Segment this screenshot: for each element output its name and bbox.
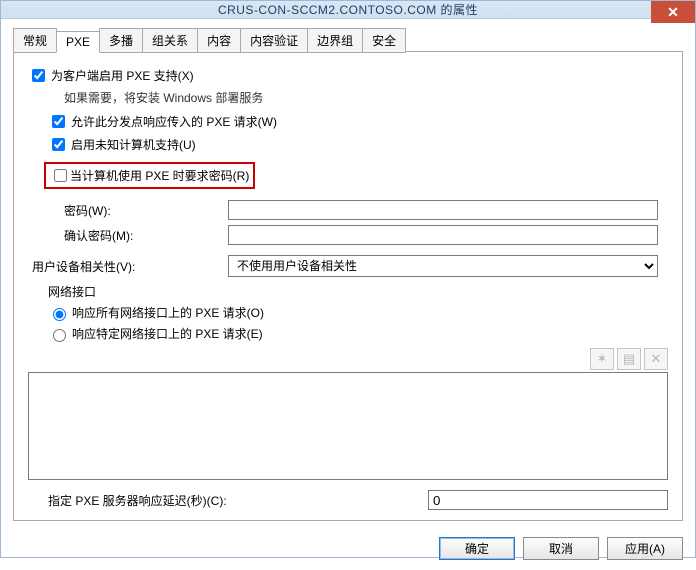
tab-general[interactable]: 常规 — [13, 28, 57, 53]
tab-content[interactable]: 内容 — [197, 28, 241, 53]
row-password: 密码(W): — [28, 200, 668, 220]
label-respond-all: 响应所有网络接口上的 PXE 请求(O) — [72, 304, 264, 321]
close-icon: ✕ — [667, 4, 679, 21]
ok-button[interactable]: 确定 — [439, 537, 515, 560]
row-delay: 指定 PXE 服务器响应延迟(秒)(C): — [28, 490, 668, 510]
nic-listbox[interactable] — [28, 372, 668, 480]
row-confirm-password: 确认密码(M): — [28, 225, 668, 245]
label-network-group: 网络接口 — [48, 283, 668, 300]
checkbox-enable-pxe-support[interactable] — [32, 69, 45, 82]
close-button[interactable]: ✕ — [651, 1, 695, 23]
label-delay: 指定 PXE 服务器响应延迟(秒)(C): — [28, 492, 428, 509]
label-respond-specific: 响应特定网络接口上的 PXE 请求(E) — [72, 325, 263, 342]
hint-install-wds: 如果需要，将安装 Windows 部署服务 — [64, 89, 668, 106]
grid-icon: ▤ — [623, 351, 635, 367]
input-password[interactable] — [228, 200, 658, 220]
delete-icon: ✕ — [651, 351, 662, 367]
label-enable-pxe-support: 为客户端启用 PXE 支持(X) — [51, 67, 194, 84]
label-require-password: 当计算机使用 PXE 时要求密码(R) — [70, 167, 249, 184]
row-uda: 用户设备相关性(V): 不使用用户设备相关性 — [28, 255, 668, 277]
apply-button[interactable]: 应用(A) — [607, 537, 683, 560]
input-delay[interactable] — [428, 490, 668, 510]
radio-respond-all[interactable] — [53, 308, 66, 321]
nic-delete-button[interactable]: ✕ — [644, 348, 668, 370]
label-unknown-support: 启用未知计算机支持(U) — [71, 136, 196, 153]
dialog-footer: 确定 取消 应用(A) — [1, 529, 695, 570]
row-radio-specific: 响应特定网络接口上的 PXE 请求(E) — [48, 325, 668, 342]
nic-toolbar: ✶ ▤ ✕ — [28, 348, 668, 370]
checkbox-allow-incoming[interactable] — [52, 115, 65, 128]
tab-group-relations[interactable]: 组关系 — [142, 28, 198, 53]
row-unknown-support: 启用未知计算机支持(U) — [48, 135, 668, 154]
label-allow-incoming: 允许此分发点响应传入的 PXE 请求(W) — [71, 113, 277, 130]
nic-add-button[interactable]: ✶ — [590, 348, 614, 370]
checkbox-unknown-support[interactable] — [52, 138, 65, 151]
select-uda[interactable]: 不使用用户设备相关性 — [228, 255, 658, 277]
tab-panel-pxe: 为客户端启用 PXE 支持(X) 如果需要，将安装 Windows 部署服务 允… — [13, 51, 683, 521]
tab-security[interactable]: 安全 — [362, 28, 406, 53]
checkbox-require-password[interactable] — [54, 169, 67, 182]
cancel-button[interactable]: 取消 — [523, 537, 599, 560]
highlight-require-password: 当计算机使用 PXE 时要求密码(R) — [44, 162, 255, 189]
star-icon: ✶ — [597, 351, 608, 367]
window-title: CRUS-CON-SCCM2.CONTOSO.COM 的属性 — [218, 1, 478, 18]
properties-dialog: CRUS-CON-SCCM2.CONTOSO.COM 的属性 ✕ 常规 PXE … — [0, 0, 696, 558]
input-confirm-password[interactable] — [228, 225, 658, 245]
label-password: 密码(W): — [28, 202, 228, 219]
row-allow-incoming: 允许此分发点响应传入的 PXE 请求(W) — [48, 112, 668, 131]
tab-content-validation[interactable]: 内容验证 — [240, 28, 308, 53]
tab-strip: 常规 PXE 多播 组关系 内容 内容验证 边界组 安全 — [13, 27, 683, 52]
tab-pxe[interactable]: PXE — [56, 31, 100, 53]
tab-multicast[interactable]: 多播 — [99, 28, 143, 53]
row-radio-all: 响应所有网络接口上的 PXE 请求(O) — [48, 304, 668, 321]
label-uda: 用户设备相关性(V): — [28, 258, 228, 275]
row-enable-pxe-support: 为客户端启用 PXE 支持(X) — [28, 66, 668, 85]
dialog-content: 常规 PXE 多播 组关系 内容 内容验证 边界组 安全 为客户端启用 PXE … — [1, 19, 695, 529]
label-confirm-password: 确认密码(M): — [28, 227, 228, 244]
radio-respond-specific[interactable] — [53, 329, 66, 342]
nic-edit-button[interactable]: ▤ — [617, 348, 641, 370]
title-bar: CRUS-CON-SCCM2.CONTOSO.COM 的属性 ✕ — [1, 1, 695, 19]
tab-boundary-groups[interactable]: 边界组 — [307, 28, 363, 53]
